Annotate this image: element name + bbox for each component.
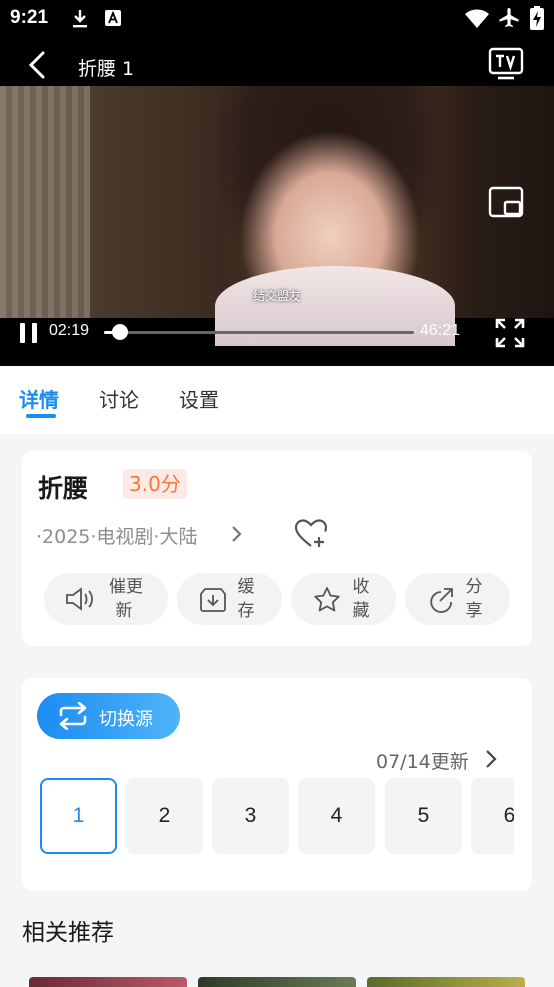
tab-discussion[interactable]: 讨论 <box>99 384 139 413</box>
current-time: 02:19 <box>49 322 90 339</box>
episode-item[interactable]: 5 <box>385 778 462 854</box>
recommend-thumbnail[interactable] <box>367 977 525 987</box>
show-title: 折腰 <box>38 474 89 503</box>
favorite-label-2: 藏 <box>352 601 370 621</box>
episode-item[interactable]: 1 <box>40 778 117 854</box>
player-header: 折腰 1 <box>0 38 554 86</box>
video-player[interactable]: 结交盟友 02:19 46:21 <box>0 86 554 366</box>
episode-item[interactable]: 6 <box>471 778 514 854</box>
star-icon <box>313 586 341 618</box>
duration: 46:21 <box>420 322 461 339</box>
urge-update-label-1: 催更 <box>109 577 143 597</box>
tab-details[interactable]: 详情 <box>19 384 59 413</box>
cache-label-1: 缓 <box>237 577 255 597</box>
progress-track[interactable] <box>104 331 414 334</box>
video-subtitle: 结交盟友 <box>252 289 301 303</box>
heart-plus-icon[interactable] <box>294 518 328 554</box>
favorite-label-1: 收 <box>352 577 370 597</box>
active-tab-indicator <box>26 414 56 418</box>
cache-button[interactable]: 缓 存 <box>177 573 282 625</box>
switch-source-label: 切换源 <box>99 709 153 730</box>
urge-update-label-2: 新 <box>115 601 133 621</box>
back-button[interactable] <box>24 50 52 79</box>
switch-source-button[interactable]: 切换源 <box>37 693 180 739</box>
tab-settings[interactable]: 设置 <box>179 384 219 413</box>
chevron-right-icon[interactable] <box>484 749 498 773</box>
status-bar: 9:21 <box>0 0 554 38</box>
fullscreen-icon[interactable] <box>495 318 525 352</box>
status-time: 9:21 <box>10 7 49 28</box>
recommend-thumbnail[interactable] <box>198 977 356 987</box>
share-button[interactable]: 分 享 <box>405 573 510 625</box>
video-frame <box>0 86 554 346</box>
airplane-mode-icon <box>498 7 520 33</box>
episode-list: 1 2 3 4 5 6 <box>40 778 514 854</box>
score-badge: 3.0分 <box>123 469 187 499</box>
episode-item[interactable]: 4 <box>298 778 375 854</box>
episode-title: 折腰 1 <box>78 58 135 80</box>
recommend-thumbnail[interactable] <box>29 977 187 987</box>
show-info-card: 折腰 3.0分 ·2025·电视剧·大陆 催更 新 缓 存 收 藏 分 享 <box>22 451 532 646</box>
swap-icon <box>57 701 89 734</box>
episode-card: 切换源 07/14更新 1 2 3 4 5 6 <box>22 678 532 891</box>
a-notification-icon <box>104 9 122 31</box>
update-info[interactable]: 07/14更新 <box>376 747 469 774</box>
battery-charging-icon <box>530 6 544 34</box>
player-controls: 02:19 46:21 <box>0 318 554 366</box>
cache-label-2: 存 <box>237 601 255 621</box>
chevron-right-icon[interactable] <box>230 525 244 547</box>
speaker-icon <box>64 586 96 616</box>
recommend-title: 相关推荐 <box>22 920 114 946</box>
urge-update-button[interactable]: 催更 新 <box>44 573 168 625</box>
detail-tabs: 详情 讨论 设置 <box>0 366 554 434</box>
pause-icon[interactable] <box>19 321 39 349</box>
tv-cast-icon[interactable] <box>488 47 524 85</box>
share-label-1: 分 <box>465 577 483 597</box>
episode-item[interactable]: 2 <box>126 778 203 854</box>
wifi-icon <box>464 9 490 33</box>
download-icon <box>70 8 90 34</box>
favorite-button[interactable]: 收 藏 <box>291 573 396 625</box>
pip-icon[interactable] <box>488 186 524 222</box>
show-meta[interactable]: ·2025·电视剧·大陆 <box>36 522 197 549</box>
progress-handle[interactable] <box>112 324 128 340</box>
episode-item[interactable]: 3 <box>212 778 289 854</box>
download-box-icon <box>199 586 227 618</box>
share-icon <box>427 586 455 618</box>
share-label-2: 享 <box>465 601 483 621</box>
